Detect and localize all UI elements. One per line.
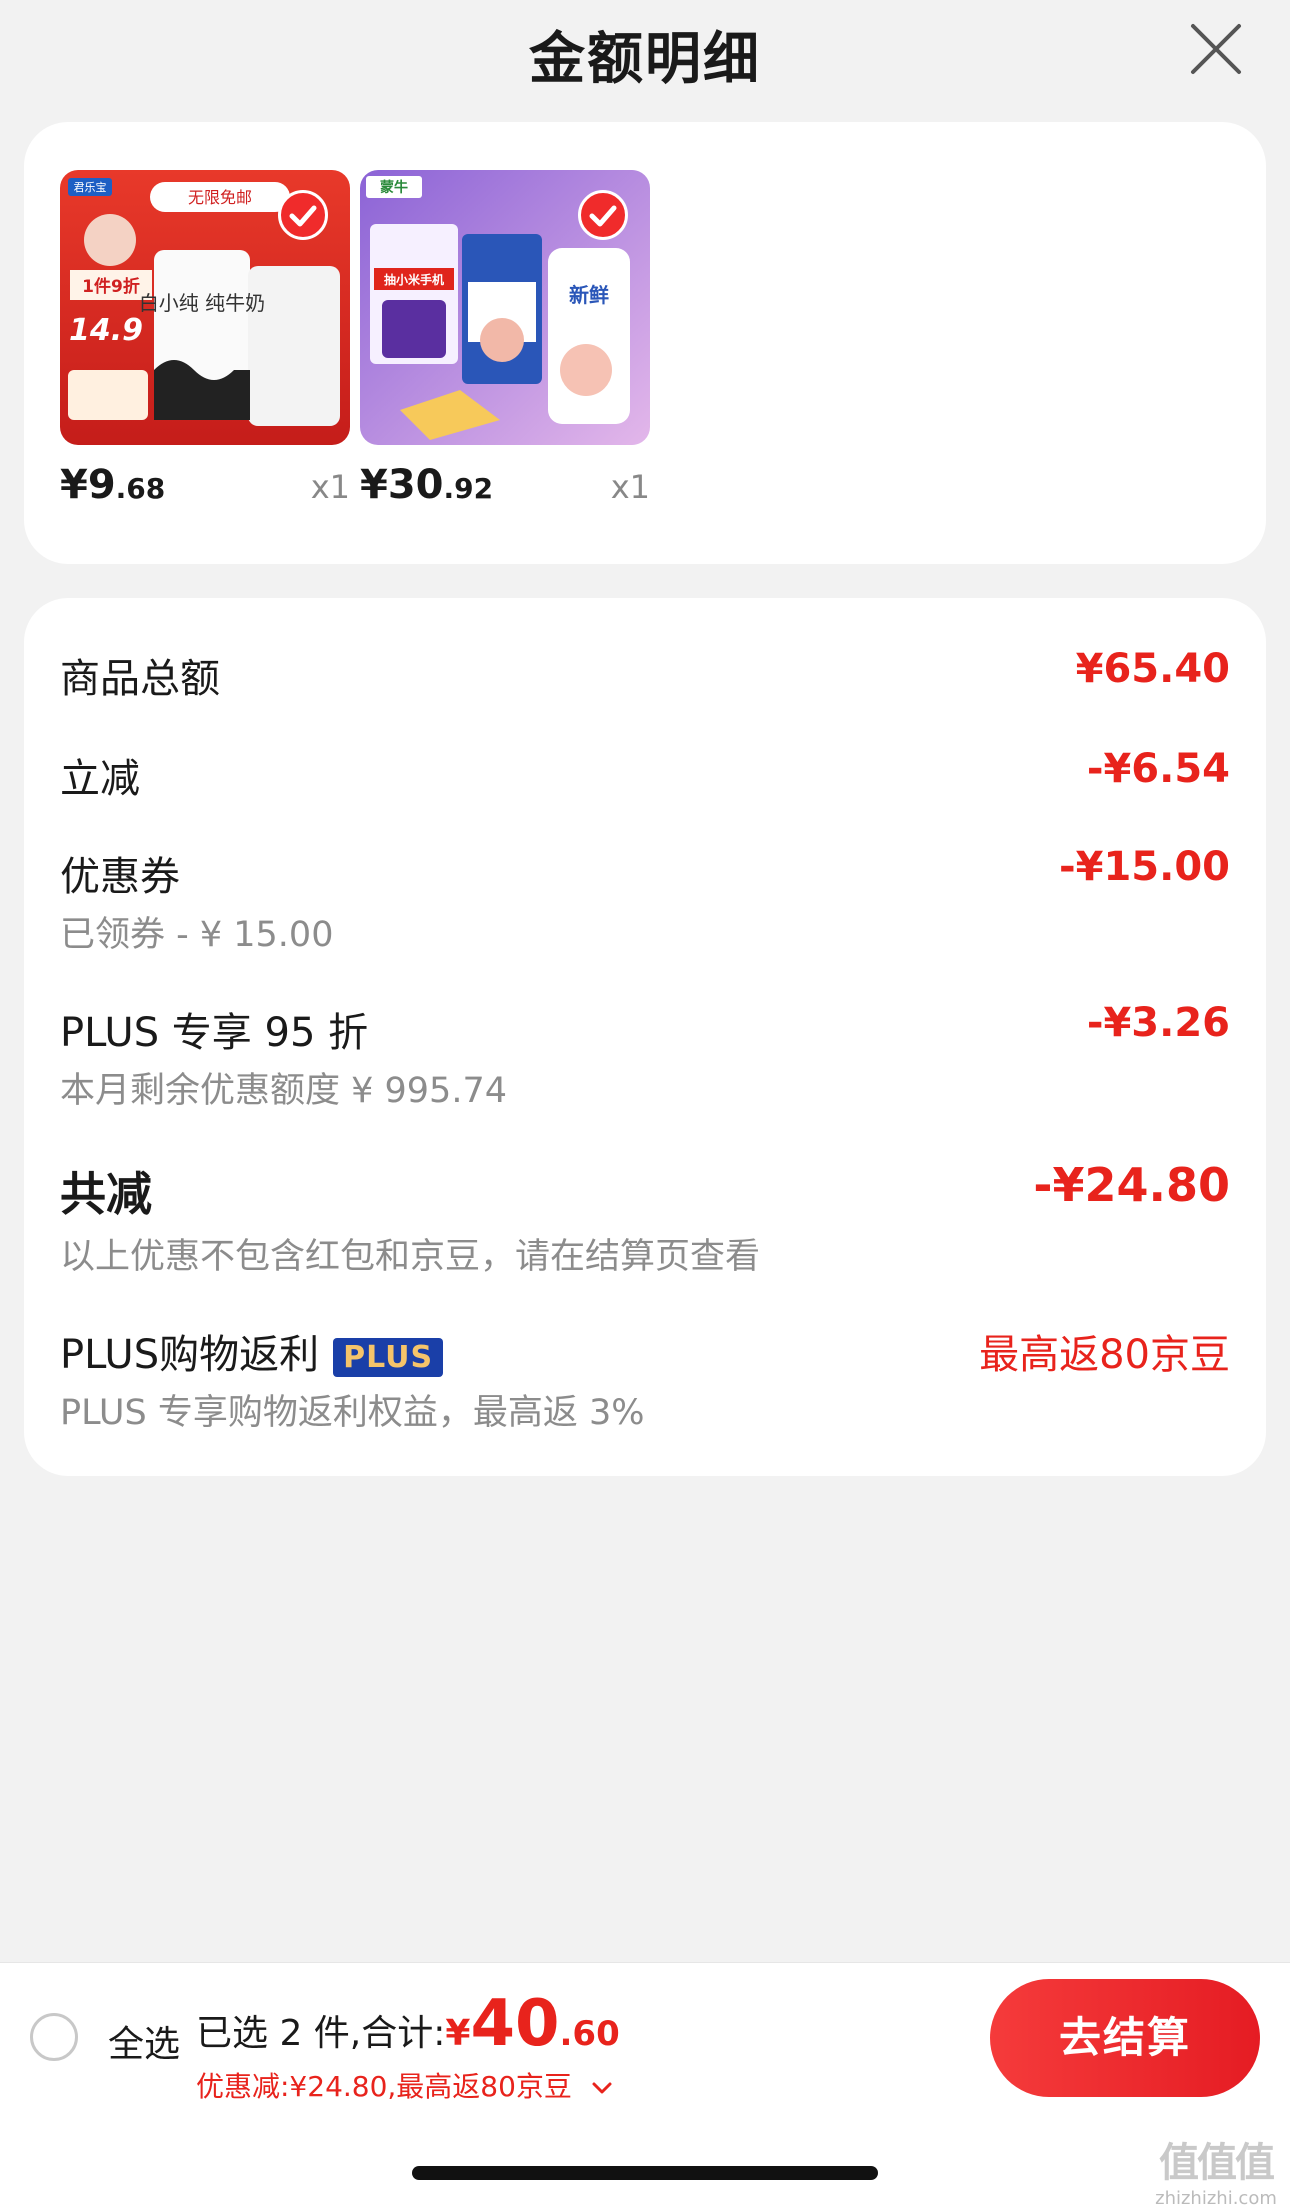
thumb-product-name: 新鲜 — [569, 283, 609, 307]
selected-check-icon[interactable] — [578, 190, 628, 240]
home-indicator[interactable] — [412, 2166, 878, 2180]
products-card: 无限免邮 君乐宝 1件9折 14.9 白小纯 纯牛奶 ¥9.68 x1 蒙牛 抽… — [24, 122, 1266, 564]
price-main: ¥9 — [60, 462, 116, 508]
product-price-row: ¥9.68 x1 — [60, 462, 350, 522]
total-amount-integer: 40 — [470, 1987, 560, 2061]
plus-rebate-sub: PLUS 专享购物返利权益，最高返 3% — [60, 1393, 645, 1433]
watermark-text: zhizhizhi.com — [1155, 2188, 1277, 2209]
price-cents: .68 — [115, 472, 166, 505]
coupon-value: -¥15.00 — [1059, 844, 1230, 890]
thumb-price: 14.9 — [69, 313, 143, 348]
thumb-tag: 抽小米手机 — [384, 272, 444, 287]
plus-rebate-value: 最高返80京豆 — [979, 1332, 1230, 1378]
plus-rebate-label-wrap: PLUS购物返利 PLUS — [60, 1322, 444, 1380]
instant-discount-row: 立减 -¥6.54 — [60, 746, 1230, 806]
total-amount-decimal: .60 — [559, 2014, 620, 2054]
product-price: ¥30.92 — [360, 462, 493, 508]
sheet-header: 金额明细 — [0, 0, 1290, 110]
product-quantity: x1 — [310, 468, 350, 506]
thumb-tag: 1件9折 — [82, 276, 140, 297]
plus-discount-row: PLUS 专享 95 折 本月剩余优惠额度 ¥ 995.74 -¥3.26 — [60, 1000, 1230, 1120]
amount-detail-sheet: 金额明细 无限免邮 君乐宝 1件9折 14.9 白小纯 纯牛奶 ¥9.68 x1… — [0, 0, 1290, 2210]
instant-discount-value: -¥6.54 — [1086, 746, 1230, 792]
discount-summary[interactable]: 优惠减:¥24.80,最高返80京豆 — [196, 2065, 613, 2105]
product-item[interactable]: 蒙牛 抽小米手机 新鲜 ¥30.92 x1 — [360, 170, 650, 508]
total-summary: 已选 2 件,合计:¥40.60 — [196, 1987, 620, 2061]
total-reduction-value: -¥24.80 — [1033, 1158, 1230, 1212]
selected-check-icon[interactable] — [278, 190, 328, 240]
total-reduction-row: 共减 以上优惠不包含红包和京豆，请在结算页查看 -¥24.80 — [60, 1158, 1230, 1288]
coupon-row: 优惠券 已领券 - ¥ 15.00 -¥15.00 — [60, 844, 1230, 964]
price-main: ¥30 — [360, 462, 444, 508]
goods-total-label: 商品总额 — [60, 656, 220, 702]
thumb-brand: 君乐宝 — [74, 180, 107, 194]
goods-total-value: ¥65.40 — [1075, 646, 1230, 692]
thumb-brand: 蒙牛 — [380, 179, 408, 196]
select-all-checkbox[interactable] — [30, 2013, 78, 2061]
product-item[interactable]: 无限免邮 君乐宝 1件9折 14.9 白小纯 纯牛奶 ¥9.68 x1 — [60, 170, 350, 508]
price-cents: .92 — [443, 472, 494, 505]
plus-rebate-label: PLUS购物返利 — [60, 1332, 320, 1378]
amount-details-card: 商品总额 ¥65.40 立减 -¥6.54 优惠券 已领券 - ¥ 15.00 … — [24, 598, 1266, 1476]
coupon-label: 优惠券 — [60, 854, 180, 900]
chevron-down-icon[interactable] — [591, 2076, 613, 2101]
goods-total-row: 商品总额 ¥65.40 — [60, 646, 1230, 706]
total-reduction-label: 共减 — [60, 1167, 152, 1221]
thumb-banner: 无限免邮 — [188, 188, 252, 207]
product-quantity: x1 — [610, 468, 650, 506]
discount-summary-text: 优惠减:¥24.80,最高返80京豆 — [196, 2070, 572, 2103]
plus-rebate-row: PLUS购物返利 PLUS PLUS 专享购物返利权益，最高返 3% 最高返80京… — [60, 1322, 1230, 1442]
instant-discount-label: 立减 — [60, 756, 140, 802]
plus-badge: PLUS — [333, 1337, 444, 1377]
product-price: ¥9.68 — [60, 462, 165, 508]
checkout-button[interactable]: 去结算 — [990, 1979, 1260, 2097]
total-currency: ¥ — [445, 2013, 471, 2054]
selected-count-text: 已选 2 件,合计: — [196, 2013, 446, 2054]
product-price-row: ¥30.92 x1 — [360, 462, 650, 522]
close-icon[interactable] — [1183, 16, 1249, 82]
select-all-label[interactable]: 全选 — [108, 2015, 180, 2067]
plus-discount-sub: 本月剩余优惠额度 ¥ 995.74 — [60, 1071, 507, 1111]
sheet-title: 金额明细 — [529, 27, 761, 92]
watermark-mark: 值值值 — [1159, 2140, 1275, 2186]
plus-discount-value: -¥3.26 — [1086, 1000, 1230, 1046]
total-reduction-sub: 以上优惠不包含红包和京豆，请在结算页查看 — [60, 1237, 761, 1277]
plus-discount-label: PLUS 专享 95 折 — [60, 1010, 369, 1056]
coupon-sub: 已领券 - ¥ 15.00 — [60, 915, 334, 955]
thumb-product-name: 白小纯 纯牛奶 — [139, 291, 265, 315]
watermark: 值值值 zhizhizhi.com — [1146, 2130, 1286, 2209]
